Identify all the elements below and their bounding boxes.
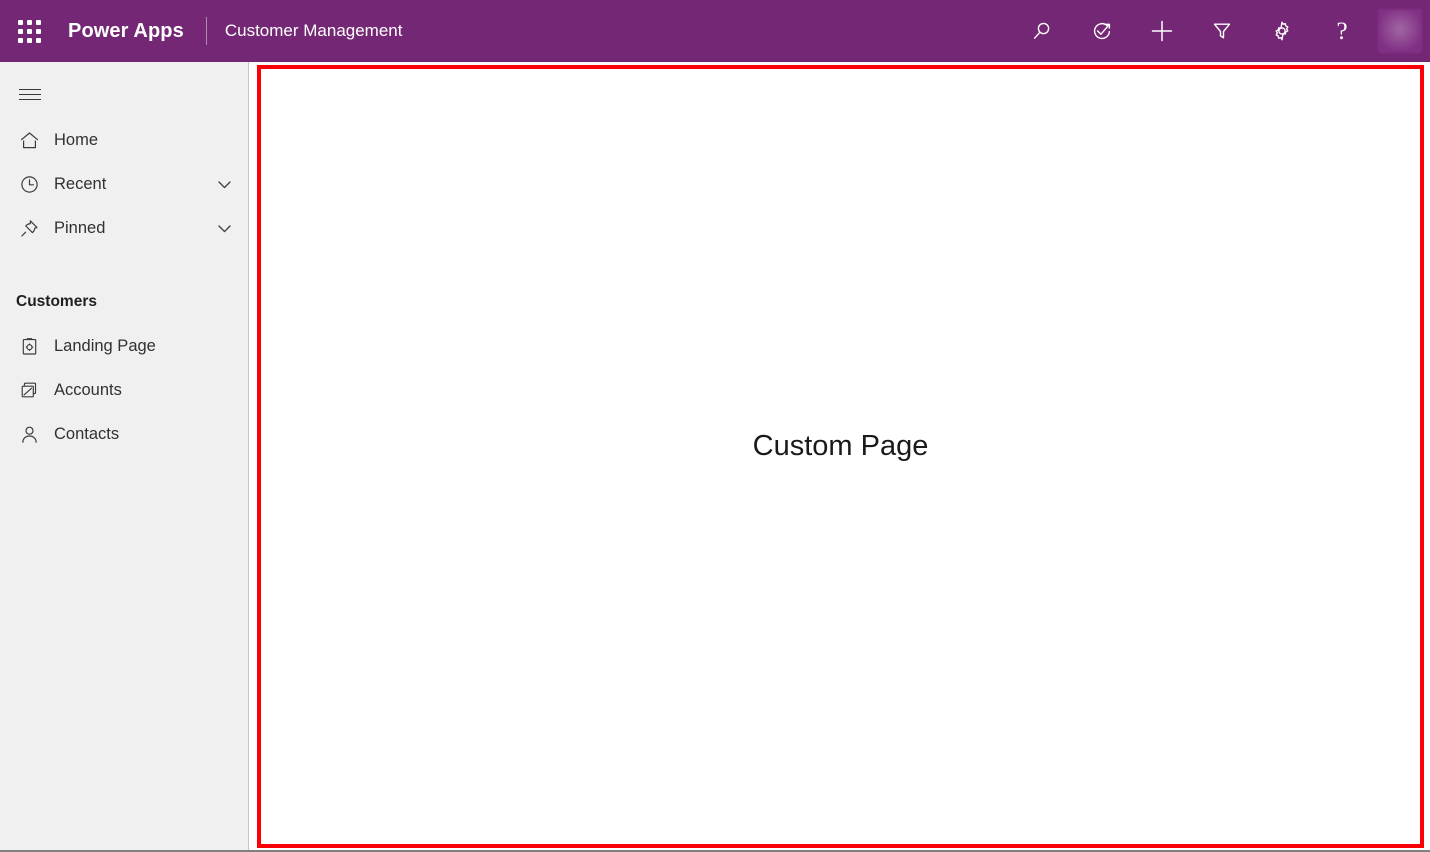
contact-person-icon: [16, 424, 42, 445]
sidebar-group-header: Customers: [0, 292, 248, 312]
sidebar-item-contacts[interactable]: Contacts: [0, 412, 248, 456]
home-icon: [16, 130, 42, 151]
pin-icon: [16, 218, 42, 239]
power-apps-window: Power Apps Customer Management: [0, 0, 1430, 852]
help-icon: ?: [1336, 19, 1347, 44]
chevron-down-icon[interactable]: [212, 175, 236, 194]
sitemap-toggle-button[interactable]: [6, 70, 54, 118]
brand-title[interactable]: Power Apps: [58, 20, 184, 43]
hamburger-icon: [19, 89, 41, 100]
filter-icon: [1210, 19, 1234, 43]
help-button[interactable]: ?: [1322, 7, 1362, 55]
sidebar: Home Recent: [0, 62, 248, 852]
sidebar-item-label: Landing Page: [42, 337, 156, 356]
settings-button[interactable]: [1262, 7, 1302, 55]
app-title: Customer Management: [225, 21, 403, 41]
main-content: Custom Page: [249, 62, 1430, 852]
chevron-down-icon[interactable]: [212, 219, 236, 238]
header-divider: [206, 17, 207, 45]
sidebar-item-home[interactable]: Home: [0, 118, 248, 162]
clock-icon: [16, 174, 42, 195]
app-launcher-grid-icon: [18, 20, 41, 43]
sidebar-item-recent[interactable]: Recent: [0, 162, 248, 206]
sidebar-item-label: Contacts: [42, 425, 119, 444]
settings-gear-icon: [1270, 19, 1294, 43]
filter-button[interactable]: [1202, 7, 1242, 55]
offline-status-button[interactable]: [1082, 7, 1122, 55]
app-header: Power Apps Customer Management: [0, 0, 1430, 62]
custom-page-icon: [16, 336, 42, 357]
sidebar-item-label: Home: [42, 131, 98, 150]
sidebar-item-label: Accounts: [42, 381, 122, 400]
sidebar-item-accounts[interactable]: Accounts: [0, 368, 248, 412]
header-actions: ?: [1012, 0, 1430, 62]
search-icon: [1030, 19, 1054, 43]
search-button[interactable]: [1022, 7, 1062, 55]
custom-page-highlight-frame: Custom Page: [257, 65, 1424, 848]
account-icon: [16, 380, 42, 401]
new-record-button[interactable]: [1142, 7, 1182, 55]
sidebar-item-label: Pinned: [42, 219, 105, 238]
sidebar-item-pinned[interactable]: Pinned: [0, 206, 248, 250]
new-record-icon: [1149, 18, 1175, 44]
user-avatar[interactable]: [1378, 9, 1422, 53]
page-title: Custom Page: [753, 430, 929, 463]
app-launcher-button[interactable]: [0, 0, 58, 62]
sidebar-item-label: Recent: [42, 175, 106, 194]
sidebar-item-landing-page[interactable]: Landing Page: [0, 324, 248, 368]
offline-status-icon: [1090, 19, 1114, 43]
